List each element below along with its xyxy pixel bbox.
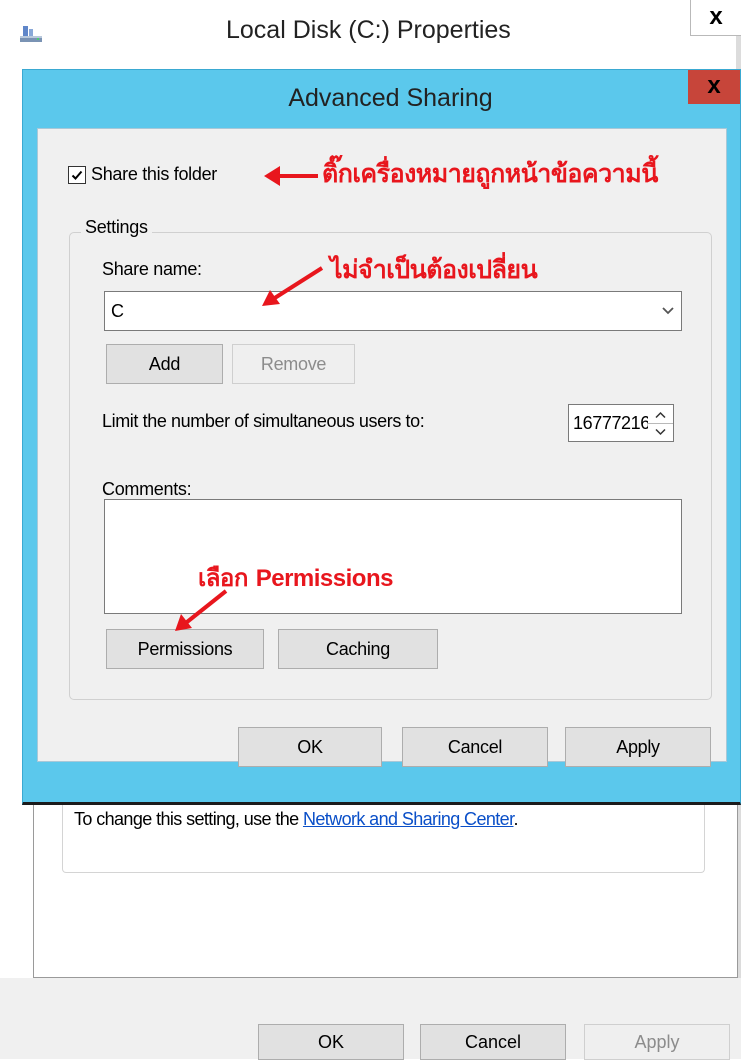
- properties-titlebar: Local Disk (C:) Properties x: [0, 0, 741, 72]
- user-limit-value: 16777216: [573, 413, 649, 433]
- checkmark-icon: [71, 170, 83, 180]
- spin-down-icon[interactable]: [655, 428, 666, 436]
- dialog-close-button[interactable]: x: [688, 70, 740, 104]
- add-button[interactable]: Add: [106, 344, 223, 384]
- apply-button[interactable]: Apply: [565, 727, 711, 767]
- comments-textarea[interactable]: [104, 499, 682, 614]
- user-limit-label: Limit the number of simultaneous users t…: [102, 411, 425, 431]
- dialog-title: Advanced Sharing: [288, 84, 493, 112]
- annotation-check-share: ติ๊กเครื่องหมายถูกหน้าข้อความนี้: [322, 159, 658, 188]
- network-sharing-center-link[interactable]: Network and Sharing Center: [303, 809, 514, 829]
- settings-legend: Settings: [81, 217, 152, 238]
- chevron-down-icon[interactable]: [661, 306, 675, 316]
- dialog-body: Share this folder Settings Share name: C…: [37, 128, 727, 767]
- ok-button[interactable]: OK: [238, 727, 382, 767]
- properties-apply-button[interactable]: Apply: [584, 1024, 730, 1060]
- network-info-text: To change this setting, use the Network …: [74, 809, 519, 830]
- share-folder-checkbox[interactable]: [68, 165, 86, 184]
- network-drive-icon: [20, 26, 42, 42]
- properties-cancel-button[interactable]: Cancel: [420, 1024, 566, 1060]
- permissions-button[interactable]: Permissions: [106, 629, 264, 669]
- cancel-button[interactable]: Cancel: [402, 727, 548, 767]
- properties-close-button[interactable]: x: [690, 0, 741, 36]
- share-folder-row[interactable]: Share this folder: [68, 164, 217, 185]
- properties-title: Local Disk (C:) Properties: [226, 16, 511, 44]
- share-name-combobox[interactable]: C: [104, 291, 682, 331]
- network-info-prefix: To change this setting, use the: [74, 809, 303, 829]
- annotation-choose-target: Permissions: [255, 565, 394, 592]
- user-limit-spinner[interactable]: [648, 404, 674, 442]
- share-folder-label: Share this folder: [91, 164, 217, 184]
- caching-button[interactable]: Caching: [278, 629, 438, 669]
- share-name-value: C: [111, 301, 124, 321]
- annotation-no-change-needed: ไม่จำเป็นต้องเปลี่ยน: [330, 255, 538, 284]
- network-info-suffix: .: [513, 809, 519, 829]
- close-icon: x: [709, 3, 723, 30]
- close-icon: x: [707, 72, 721, 99]
- annotation-choose-permissions: เลือก Permissions: [198, 558, 393, 597]
- share-name-label: Share name:: [102, 259, 202, 279]
- properties-ok-button[interactable]: OK: [258, 1024, 404, 1060]
- remove-button[interactable]: Remove: [232, 344, 355, 384]
- spin-up-icon[interactable]: [655, 411, 666, 419]
- spinner-divider: [648, 423, 673, 424]
- user-limit-input[interactable]: 16777216: [568, 404, 649, 442]
- annotation-choose-prefix: เลือก: [198, 564, 256, 592]
- comments-label: Comments:: [102, 479, 192, 499]
